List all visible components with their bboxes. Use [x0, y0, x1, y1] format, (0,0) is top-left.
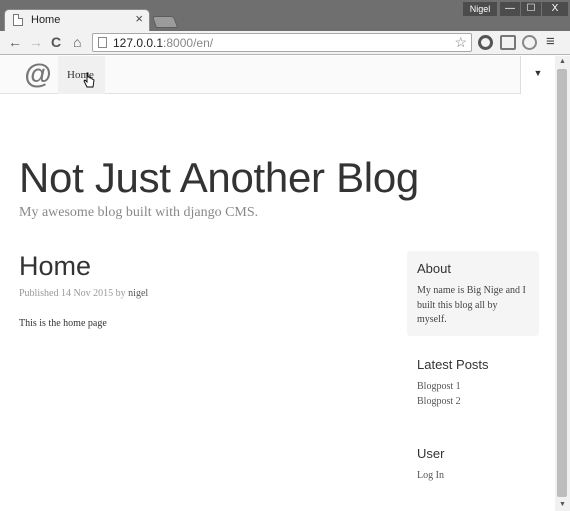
close-tab-icon[interactable]: ×: [135, 12, 143, 26]
minimize-button[interactable]: —: [500, 2, 520, 16]
about-heading: About: [417, 261, 451, 276]
scroll-down-icon[interactable]: ▼: [555, 499, 570, 511]
post-meta: Published 14 Nov 2015 by nigel: [19, 288, 148, 299]
cms-menu-home[interactable]: Home: [58, 56, 105, 94]
post-date: Published 14 Nov 2015 by: [19, 288, 129, 299]
browser-toolbar: ← → C ⌂ 127.0.0.1:8000/en/ ☆ ≡: [0, 31, 570, 55]
new-tab-button[interactable]: [151, 16, 179, 28]
browser-menu-icon[interactable]: ≡: [546, 33, 555, 50]
scroll-up-icon[interactable]: ▲: [555, 56, 570, 68]
latest-post-link[interactable]: Blogpost 1: [417, 380, 537, 395]
latest-posts-heading: Latest Posts: [417, 357, 489, 372]
bookmark-star-icon[interactable]: ☆: [454, 34, 467, 51]
page-icon: [13, 14, 23, 26]
cms-logo-icon[interactable]: @: [18, 56, 58, 92]
latest-posts-widget: Latest Posts Blogpost 1 Blogpost 2: [417, 357, 537, 409]
extension-icon[interactable]: [500, 35, 516, 50]
browser-tab-home[interactable]: Home ×: [4, 9, 150, 31]
latest-post-link[interactable]: Blogpost 2: [417, 395, 537, 410]
tab-title: Home: [31, 14, 61, 26]
login-link[interactable]: Log In: [417, 469, 537, 484]
url-host: 127.0.0.1: [113, 36, 164, 50]
extension-icon[interactable]: [478, 35, 493, 50]
back-arrow-icon[interactable]: ←: [8, 34, 22, 50]
home-icon[interactable]: ⌂: [73, 34, 81, 50]
user-widget: User Log In: [417, 446, 537, 484]
url-path: :8000/en/: [163, 36, 214, 50]
about-widget: About My name is Big Nige and I built th…: [407, 251, 539, 336]
page-icon: [98, 37, 107, 48]
maximize-button[interactable]: ☐: [521, 2, 541, 16]
user-heading: User: [417, 446, 445, 461]
hand-cursor-icon: [83, 72, 95, 88]
chevron-down-icon[interactable]: ▼: [520, 56, 555, 94]
site-tagline: My awesome blog built with django CMS.: [19, 205, 259, 220]
close-window-button[interactable]: X: [542, 2, 568, 16]
post-title: Home: [19, 251, 92, 281]
site-title: Not Just Another Blog: [19, 154, 419, 201]
post-author-link[interactable]: nigel: [128, 288, 148, 299]
url-text[interactable]: 127.0.0.1:8000/en/: [113, 36, 213, 50]
address-bar[interactable]: 127.0.0.1:8000/en/ ☆: [92, 33, 472, 52]
about-text: My name is Big Nige and I built this blo…: [417, 285, 526, 325]
post-body: This is the home page: [19, 318, 107, 329]
scrollbar-thumb[interactable]: [557, 69, 567, 497]
reload-icon[interactable]: C: [51, 34, 61, 50]
vertical-scrollbar[interactable]: ▲ ▼: [555, 56, 570, 511]
forward-arrow-icon[interactable]: →: [29, 34, 43, 50]
extension-icon[interactable]: [522, 35, 537, 50]
profile-user-badge[interactable]: Nigel: [463, 2, 497, 16]
browser-titlebar: Home × Nigel — ☐ X: [0, 0, 570, 31]
